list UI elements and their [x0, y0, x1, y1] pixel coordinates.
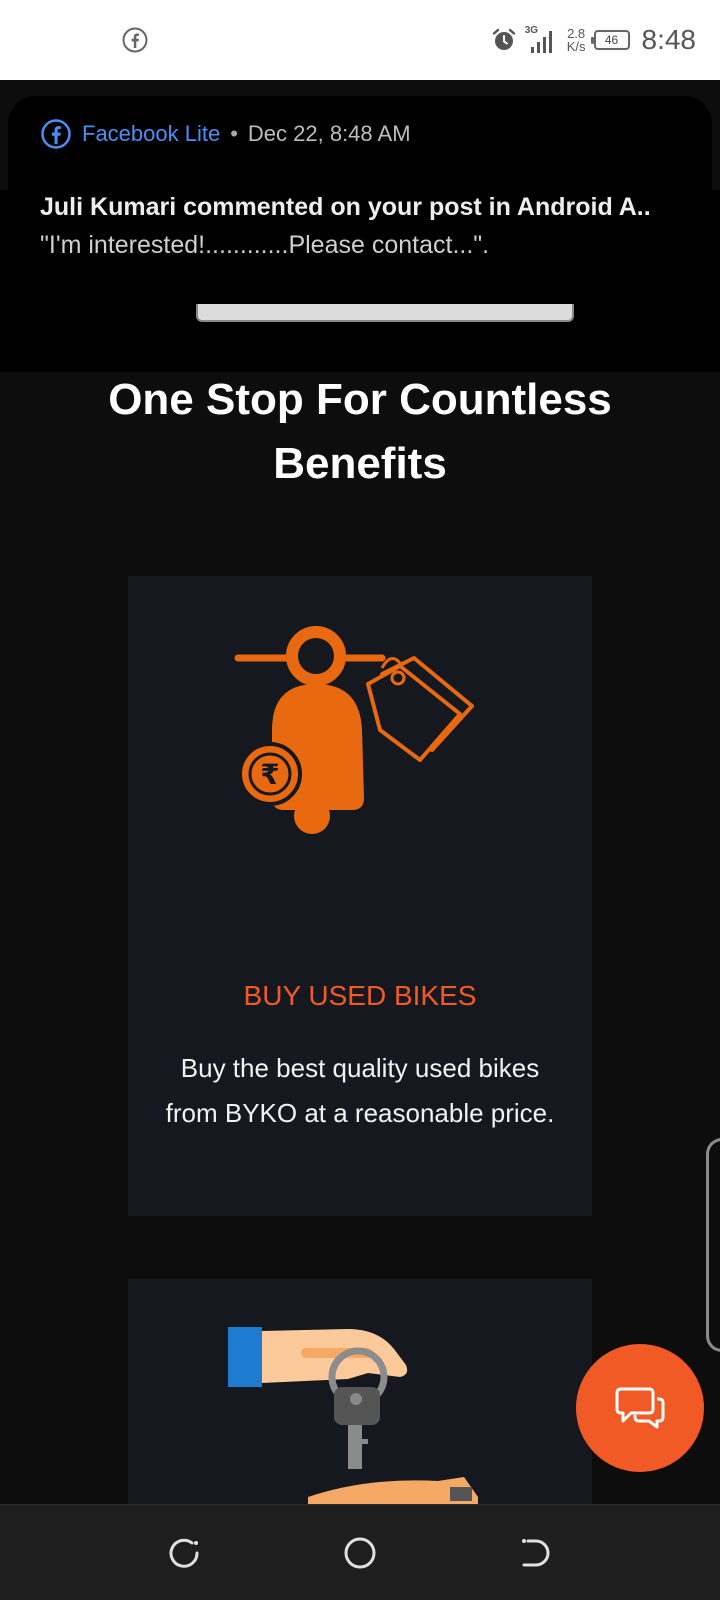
notification-body: "I'm interested!............Please conta…	[40, 231, 490, 259]
navigation-bar	[0, 1504, 720, 1600]
hand-keys-icon	[228, 1327, 478, 1517]
svg-text:₹: ₹	[260, 758, 279, 791]
signal-icon: 3G	[525, 25, 559, 55]
card-description: Buy the best quality used bikes from BYK…	[165, 1053, 555, 1128]
edge-panel-handle[interactable]	[706, 1138, 720, 1352]
scooter-price-tag-icon: ₹	[234, 626, 474, 834]
recents-button[interactable]	[166, 1535, 202, 1571]
chat-bubbles-icon	[615, 1387, 665, 1429]
benefit-card: ₹ BUY USED BIKES Buy the best quality us…	[128, 576, 592, 1216]
card-title: BUY USED BIKES	[243, 980, 477, 1011]
page-headline: One Stop For Countless Benefits	[108, 375, 612, 488]
notification-card[interactable]: Facebook Lite • Dec 22, 8:48 AM Juli Kum…	[8, 96, 712, 372]
status-bar: 3G 2.8 K/s 46 8:48	[0, 0, 720, 80]
notification-header: Facebook Lite • Dec 22, 8:48 AM	[40, 118, 411, 150]
battery-level: 46	[604, 33, 619, 47]
clock: 8:48	[641, 24, 697, 55]
home-button[interactable]	[342, 1535, 378, 1571]
alarm-icon	[492, 28, 515, 50]
back-button[interactable]	[518, 1535, 554, 1571]
notification-drag-handle[interactable]	[196, 304, 574, 322]
battery-icon: 46	[590, 30, 630, 50]
benefit-card-2	[128, 1279, 592, 1517]
status-icons: 3G 2.8 K/s 46 8:48	[491, 20, 696, 60]
notification-time: Dec 22, 8:48 AM	[247, 121, 411, 146]
notification-app-name: Facebook Lite	[82, 121, 221, 146]
chat-button[interactable]	[576, 1344, 704, 1472]
notification-title: Juli Kumari commented on your post in An…	[40, 193, 651, 221]
facebook-icon	[122, 27, 148, 53]
network-speed: 2.8 K/s	[566, 26, 586, 54]
notification-separator: •	[230, 121, 238, 146]
facebook-lite-icon	[41, 119, 71, 149]
